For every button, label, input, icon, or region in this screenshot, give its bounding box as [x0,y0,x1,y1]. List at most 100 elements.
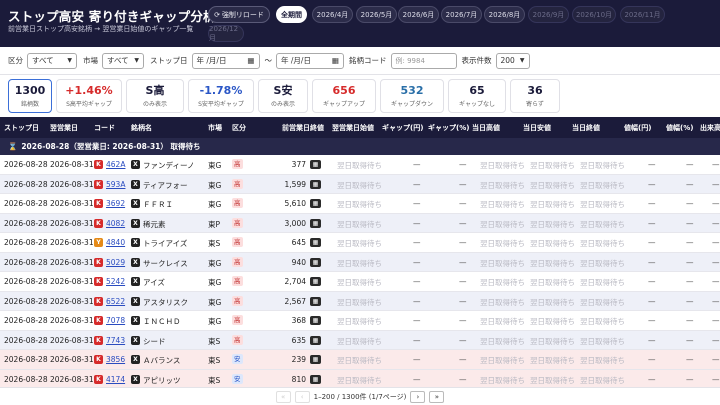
count-select[interactable]: 200 ▼ [495,52,530,69]
stock-code-link[interactable]: 6522 [106,297,125,306]
stock-code-link[interactable]: 3856 [106,355,125,364]
stock-code-link[interactable]: 462A [106,160,125,169]
kubun-select[interactable]: すべて ▼ [27,52,77,69]
stock-code-link[interactable]: 5029 [106,258,125,267]
column-header[interactable]: 当日終値 [572,123,600,133]
x-link-icon[interactable]: X [131,355,140,364]
chart-icon[interactable]: ▦ [310,160,321,169]
tab-period[interactable]: 全期間 [276,6,307,23]
x-link-icon[interactable]: X [131,316,140,325]
column-header[interactable]: 値幅(円) [624,123,651,133]
prev-page-button[interactable]: ‹ [294,390,310,403]
stock-code-link[interactable]: 7078 [106,316,125,325]
x-link-icon[interactable]: X [131,277,140,286]
stat-card[interactable]: -1.78% S安平均ギャップ [188,79,254,113]
tab-period[interactable]: 2026/7月 [441,6,482,23]
column-header[interactable]: 当日高値 [472,123,500,133]
reload-button[interactable]: ⟳ 強制リロード [208,6,270,23]
column-header[interactable]: 区分 [232,123,246,133]
chart-icon[interactable]: ▦ [310,179,321,189]
column-header[interactable]: 値幅(%) [666,123,693,133]
table-row[interactable]: 2026-08-28 2026-08-31 K 3856 X Ａバランス 東S 安 239 ▦ 翌日… [0,350,720,370]
kabutan-link-icon[interactable]: K [94,355,103,364]
table-row[interactable]: 2026-08-28 2026-08-31 Y 4840 X トライアイズ 東S 高 645 ▦ 翌… [0,233,720,253]
kabutan-link-icon[interactable]: K [94,374,103,384]
stock-code-link[interactable]: 5242 [106,277,125,286]
column-header[interactable]: 出来高 [700,123,720,133]
stock-code-link[interactable]: 4174 [106,375,125,384]
table-row[interactable]: 2026-08-28 2026-08-31 K 3692 X ＦＦＲＩ 東G 高 5,610 ▦ 翌… [0,194,720,214]
x-link-icon[interactable]: X [131,179,140,189]
table-row[interactable]: 2026-08-28 2026-08-31 K 7078 X ＩＮＣＨＤ 東G 高 368 ▦ 翌日… [0,311,720,331]
kabutan-link-icon[interactable]: K [94,296,103,306]
stat-card[interactable]: 36 寄らず [510,79,560,113]
first-page-button[interactable]: « [275,390,291,403]
stat-card[interactable]: 65 ギャップなし [448,79,506,113]
kabutan-link-icon[interactable]: K [94,218,103,228]
column-header[interactable]: 銘柄名 [131,123,152,133]
chart-icon[interactable]: ▦ [310,374,321,384]
market-select[interactable]: すべて ▼ [102,52,144,69]
tab-period[interactable]: 2026/8月 [484,6,525,23]
table-row[interactable]: 2026-08-28 2026-08-31 K 593A X ティアフォー 東G 高 1,599… [0,174,720,194]
x-link-icon[interactable]: X [131,218,140,228]
x-link-icon[interactable]: X [131,257,140,267]
column-header[interactable]: 市場 [208,123,222,133]
chart-icon[interactable]: ▦ [310,296,321,306]
date-to-input[interactable]: 年 /月/日 ▦ [276,52,344,69]
tab-period[interactable]: 2026/12月 [208,25,244,42]
table-row[interactable]: 2026-08-28 2026-08-31 K 5029 X サークレイス 東G 高 940 ▦ 翌… [0,252,720,272]
kabutan-link-icon[interactable]: K [94,199,103,208]
stat-card[interactable]: 1300 銘柄数 [8,79,52,113]
column-header[interactable]: ギャップ(%) [428,123,469,133]
kabutan-link-icon[interactable]: K [94,257,103,267]
x-link-icon[interactable]: X [131,238,140,247]
stat-card[interactable]: 656 ギャップアップ [312,79,376,113]
x-link-icon[interactable]: X [131,160,140,169]
date-group-row[interactable]: ⌛ 2026-08-28（翌営業日: 2026-08-31） 取得待ち [0,138,720,155]
kabutan-link-icon[interactable]: K [94,277,103,286]
chart-icon[interactable]: ▦ [310,355,321,364]
code-input[interactable]: 例: 9984 [390,52,457,69]
chart-icon[interactable]: ▦ [310,316,321,325]
stock-code-link[interactable]: 593A [106,180,125,189]
date-from-input[interactable]: 年 /月/日 ▦ [191,52,260,69]
column-header[interactable]: 前営業日終値 [282,123,324,133]
kabutan-link-icon[interactable]: K [94,160,103,169]
x-link-icon[interactable]: X [131,199,140,208]
tab-period[interactable]: 2026/10月 [572,6,616,23]
kabutan-link-icon[interactable]: K [94,335,103,345]
chart-icon[interactable]: ▦ [310,277,321,286]
last-page-button[interactable]: » [429,390,445,403]
tab-period[interactable]: 2026/6月 [398,6,439,23]
column-header[interactable]: 翌営業日 [50,123,78,133]
chart-icon[interactable]: ▦ [310,238,321,247]
stock-code-link[interactable]: 3692 [106,199,125,208]
table-row[interactable]: 2026-08-28 2026-08-31 K 4082 X 稀元素 東P 高 3,000 ▦ 翌日… [0,213,720,233]
column-header[interactable]: 翌営業日始値 [332,123,374,133]
tab-period[interactable]: 2026/9月 [528,6,569,23]
table-row[interactable]: 2026-08-28 2026-08-31 K 7743 X シード 東S 高 635 ▦ 翌日取得… [0,330,720,350]
column-header[interactable]: ギャップ(円) [382,123,423,133]
x-link-icon[interactable]: X [131,374,140,384]
chart-icon[interactable]: ▦ [310,218,321,228]
next-page-button[interactable]: › [410,390,426,403]
stat-card[interactable]: 532 ギャップダウン [380,79,444,113]
tab-period[interactable]: 2026/5月 [356,6,397,23]
chart-icon[interactable]: ▦ [310,257,321,267]
table-row[interactable]: 2026-08-28 2026-08-31 K 6522 X アスタリスク 東G 高 2,567… [0,291,720,311]
kabutan-link-icon[interactable]: K [94,316,103,325]
column-header[interactable]: ストップ日 [4,123,39,133]
chart-icon[interactable]: ▦ [310,199,321,208]
chart-icon[interactable]: ▦ [310,335,321,345]
tab-period[interactable]: 2026/11月 [620,6,665,23]
kabutan-link-icon[interactable]: Y [94,238,103,247]
tab-period[interactable]: 2026/4月 [312,6,353,23]
stock-code-link[interactable]: 4840 [106,238,125,247]
stat-card[interactable]: S高 のみ表示 [126,79,184,113]
stat-card[interactable]: S安 のみ表示 [258,79,308,113]
stock-code-link[interactable]: 4082 [106,219,125,228]
column-header[interactable]: コード [94,123,115,133]
kabutan-link-icon[interactable]: K [94,179,103,189]
column-header[interactable]: 当日安値 [523,123,551,133]
